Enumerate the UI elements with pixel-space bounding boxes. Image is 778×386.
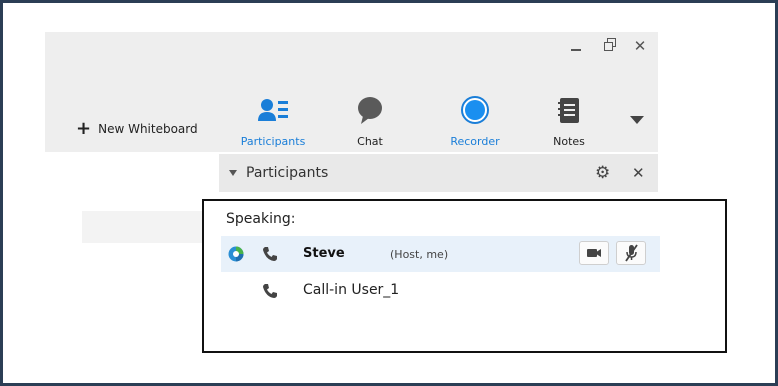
chat-label: Chat	[357, 135, 383, 148]
participant-name: Steve	[303, 246, 345, 261]
panel-title: Participants	[246, 165, 329, 181]
restore-button[interactable]	[601, 35, 619, 57]
participant-role: (Host, me)	[390, 248, 449, 261]
notes-label: Notes	[553, 135, 585, 148]
gear-icon[interactable]: ⚙	[595, 163, 610, 183]
participants-label: Participants	[240, 135, 306, 148]
participants-button[interactable]: Participants	[230, 95, 316, 148]
recorder-icon	[459, 95, 491, 127]
chat-bubble-icon	[354, 95, 386, 127]
video-camera-button[interactable]	[579, 241, 609, 265]
phone-icon	[261, 245, 279, 263]
participant-row[interactable]: Steve (Host, me)	[221, 236, 660, 272]
left-pane-strip	[82, 211, 220, 243]
new-whiteboard-button[interactable]: + New Whiteboard	[76, 118, 198, 139]
recorder-button[interactable]: Recorder	[432, 95, 518, 148]
webex-status-icon	[228, 246, 244, 262]
minimize-button[interactable]	[567, 35, 585, 57]
participant-name: Call-in User_1	[303, 282, 400, 298]
participant-row[interactable]: Call-in User_1	[221, 273, 660, 309]
participants-panel-header: Participants ⚙ ✕	[219, 154, 658, 192]
notes-button[interactable]: Notes	[526, 95, 612, 148]
collapse-caret-icon[interactable]	[229, 170, 237, 176]
close-window-button[interactable]: ✕	[631, 35, 649, 57]
more-options-chevron-down-icon[interactable]	[630, 116, 644, 124]
speaking-label: Speaking:	[226, 211, 296, 227]
notes-icon	[553, 95, 585, 127]
recorder-label: Recorder	[450, 135, 500, 148]
chat-button[interactable]: Chat	[327, 95, 413, 148]
video-camera-icon	[587, 249, 601, 257]
muted-microphone-icon	[625, 244, 638, 262]
new-whiteboard-label: New Whiteboard	[98, 122, 198, 136]
participants-icon	[257, 95, 289, 127]
plus-icon: +	[76, 118, 92, 139]
screenshot-frame: ✕ + New Whiteboard Participants Chat Rec…	[0, 0, 778, 386]
phone-icon	[261, 282, 279, 300]
mute-microphone-button[interactable]	[616, 241, 646, 265]
close-panel-icon[interactable]: ✕	[632, 164, 645, 182]
participants-list: Speaking: Steve (Host, me) Call-in User_…	[202, 199, 727, 353]
